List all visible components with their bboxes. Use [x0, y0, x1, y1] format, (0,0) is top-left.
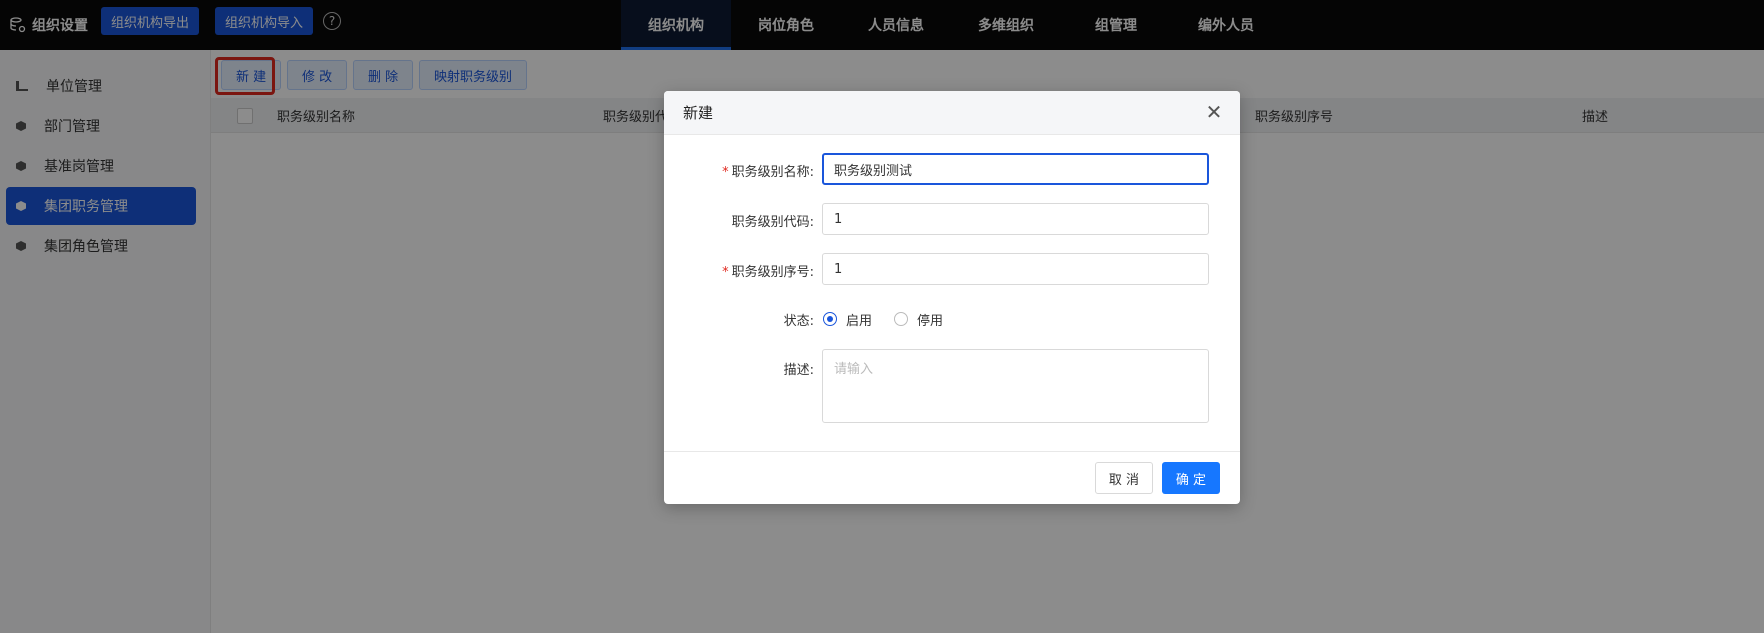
code-label: 职务级别代码: — [731, 215, 814, 230]
name-input[interactable]: 职务级别测试 — [822, 153, 1209, 185]
close-icon[interactable]: ✕ — [1202, 100, 1226, 124]
status-disable-label: 停用 — [917, 314, 944, 329]
name-label-text: 职务级别名称: — [731, 165, 814, 180]
order-label-text: 职务级别序号: — [731, 265, 814, 280]
required-mark: * — [722, 165, 729, 180]
order-input[interactable]: 1 — [822, 253, 1209, 285]
name-label: * 职务级别名称: — [664, 161, 814, 180]
desc-textarea[interactable]: 请输入 — [822, 349, 1209, 423]
status-disable-radio[interactable] — [894, 312, 908, 326]
dialog-title: 新建 — [683, 104, 714, 122]
status-enable-label: 启用 — [846, 314, 873, 329]
ok-button[interactable]: 确 定 — [1162, 462, 1220, 494]
dialog-header: 新建 ✕ — [664, 91, 1240, 135]
status-enable-radio[interactable] — [823, 312, 837, 326]
code-input[interactable]: 1 — [822, 203, 1209, 235]
dialog-footer-divider — [664, 451, 1240, 452]
order-label: * 职务级别序号: — [664, 261, 814, 280]
cancel-button[interactable]: 取 消 — [1095, 462, 1153, 494]
status-label: 状态: — [783, 314, 814, 329]
desc-label: 描述: — [783, 363, 814, 378]
required-mark: * — [722, 265, 729, 280]
new-dialog: 新建 ✕ * 职务级别名称: 职务级别测试 职务级别代码: 1 * 职务级别序号: … — [664, 91, 1240, 504]
